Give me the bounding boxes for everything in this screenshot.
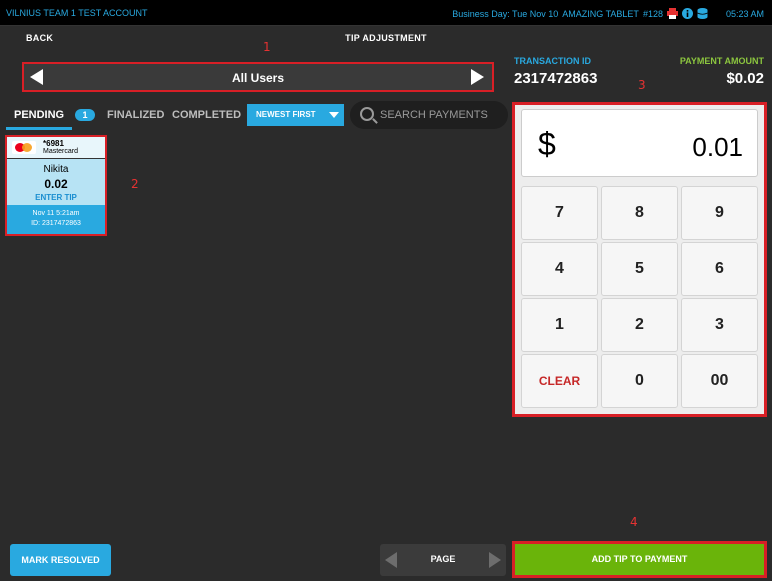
page-title: TIP ADJUSTMENT [345,33,427,43]
add-tip-button[interactable]: ADD TIP TO PAYMENT [512,541,767,578]
payment-tabs: PENDING 1 FINALIZED COMPLETED NEWEST FIR… [6,101,508,130]
payment-card-header: *6981 Mastercard [7,137,105,159]
payment-date: Nov 11 5:21am [32,210,80,217]
enter-tip-link[interactable]: ENTER TIP [7,193,105,202]
info-icon[interactable] [681,8,693,19]
key-7[interactable]: 7 [521,186,598,240]
account-name: VILNIUS TEAM 1 TEST ACCOUNT [6,8,148,18]
pending-count-badge: 1 [75,109,95,121]
next-user-arrow-icon[interactable] [471,69,484,85]
tip-display: $ 0.01 [521,109,758,177]
business-day: Business Day: Tue Nov 10 [452,8,559,19]
search-box [350,101,508,129]
transaction-id-block: TRANSACTION ID 2317472863 [514,56,597,87]
transaction-id-value: 2317472863 [514,70,598,87]
annotation-2: 2 [131,177,139,191]
sort-dropdown[interactable]: NEWEST FIRST [247,104,344,126]
key-5[interactable]: 5 [601,242,678,296]
key-2[interactable]: 2 [601,298,678,352]
key-9[interactable]: 9 [681,186,758,240]
database-icon[interactable] [697,8,708,19]
user-selector: All Users [22,62,494,92]
key-0[interactable]: 0 [601,354,678,408]
customer-name: Nikita [43,164,69,175]
card-last4: *6981 [43,139,64,148]
card-brand: Mastercard [43,148,79,155]
key-8[interactable]: 8 [601,186,678,240]
currency-symbol: $ [538,126,556,162]
tip-keypad: $ 0.01 7 8 9 4 5 6 1 2 3 CLEAR 0 00 [512,102,767,417]
key-1[interactable]: 1 [521,298,598,352]
transaction-id-label: TRANSACTION ID [514,56,591,66]
payment-amount-label: PAYMENT AMOUNT [679,56,764,66]
search-input[interactable] [380,106,504,124]
payment-amount-value: $0.02 [726,70,764,87]
status-info: Business Day: Tue Nov 10 AMAZING TABLET … [452,8,764,19]
annotation-1: 1 [263,40,271,54]
next-page-arrow-icon[interactable] [489,552,501,568]
mark-resolved-button[interactable]: MARK RESOLVED [10,544,111,576]
mastercard-logo-icon [12,141,36,154]
tab-pending[interactable]: PENDING [14,109,64,121]
chevron-down-icon [329,112,339,118]
tip-value: 0.01 [692,132,743,162]
payment-card-footer: Nov 11 5:21am ID: 2317472863 [7,205,105,234]
key-3[interactable]: 3 [681,298,758,352]
annotation-4: 4 [630,515,638,529]
page-label: PAGE [430,554,456,564]
status-bar: VILNIUS TEAM 1 TEST ACCOUNT Business Day… [0,0,772,26]
back-button[interactable]: BACK [26,33,53,43]
payment-card[interactable]: *6981 Mastercard Nikita 0.02 ENTER TIP N… [5,135,107,236]
payment-card-amount: 0.02 [44,177,68,191]
payment-id: ID: 2317472863 [31,220,81,227]
active-tab-indicator [6,127,72,130]
key-4[interactable]: 4 [521,242,598,296]
key-00[interactable]: 00 [681,354,758,408]
device-number: #128 [642,8,663,19]
nav-bar: TIP ADJUSTMENT BACK [0,26,772,52]
clock: 05:23 AM [725,8,764,19]
sort-dropdown-label: NEWEST FIRST [256,110,316,119]
tab-finalized[interactable]: FINALIZED [107,109,164,121]
payment-amount-block: PAYMENT AMOUNT $0.02 [680,56,764,87]
annotation-3: 3 [638,78,646,92]
key-6[interactable]: 6 [681,242,758,296]
pagination: PAGE [380,544,506,576]
device-name: AMAZING TABLET [562,8,639,19]
user-selector-label: All Users [231,71,285,85]
tab-completed[interactable]: COMPLETED [172,109,241,121]
search-icon [360,107,374,121]
clear-button[interactable]: CLEAR [521,354,598,408]
printer-icon[interactable] [666,8,678,19]
